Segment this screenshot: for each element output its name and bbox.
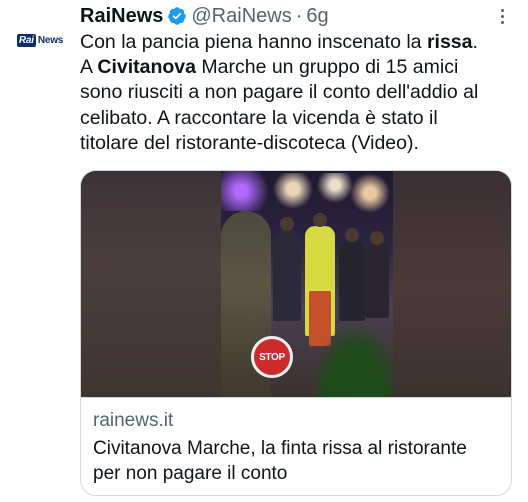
tweet-bold-rissa: rissa [426,31,473,53]
verified-badge-icon [168,7,187,25]
thumbnail-blur-right [393,171,511,397]
tweet-header: RaiNews @RaiNews · 6g [80,2,512,30]
tweet-text: Con la pancia piena hanno inscenato la r… [80,30,520,156]
tweet-line-3: sono riusciti a non pagare il conto dell… [80,81,479,104]
person-head [280,217,294,231]
account-name[interactable]: RaiNews [80,4,163,28]
stop-sign-icon: STOP [251,336,293,378]
tweet-time[interactable]: 6g [306,4,328,28]
account-handle[interactable]: @RaiNews [191,4,291,28]
more-dot-2 [500,14,504,18]
tweet-line-5: titolare del ristorante-discoteca (Video… [80,131,419,154]
person-head [345,228,359,242]
person-head [370,231,384,245]
separator-dot: · [295,5,303,27]
link-card[interactable]: STOP rainews.it Civitanova Marche, la fi… [80,170,512,496]
string-lights [251,173,391,213]
tweet-line-2: A Civitanova Marche un gruppo di 15 amic… [80,56,459,79]
rainews-logo: Rai News [16,33,64,47]
person-head [313,213,327,227]
avatar-logo-rai: Rai [16,33,36,47]
thumbnail-blur-left [81,171,221,397]
more-dot-1 [500,8,504,12]
avatar-logo-news: News [37,34,64,46]
card-video-thumbnail[interactable]: STOP [81,171,511,397]
more-dot-3 [500,20,504,24]
person-dark [339,241,365,321]
person-dark [365,243,389,318]
palm-plant [311,321,393,397]
person-dark-jacket [273,231,301,321]
card-info[interactable]: rainews.it Civitanova Marche, la finta r… [81,397,511,495]
tweet-bold-civitanova: Civitanova [97,56,196,79]
avatar[interactable]: Rai News [16,16,64,64]
thumbnail-center-frame [221,171,393,397]
tweet-line-1: Con la pancia piena hanno inscenato la r… [80,31,478,53]
card-domain: rainews.it [93,410,174,431]
more-options-icon[interactable] [492,6,512,26]
tweet-line-4: celibato. A raccontare la vicenda è stat… [80,106,438,129]
card-title: Civitanova Marche, la finta rissa al ris… [93,438,467,484]
